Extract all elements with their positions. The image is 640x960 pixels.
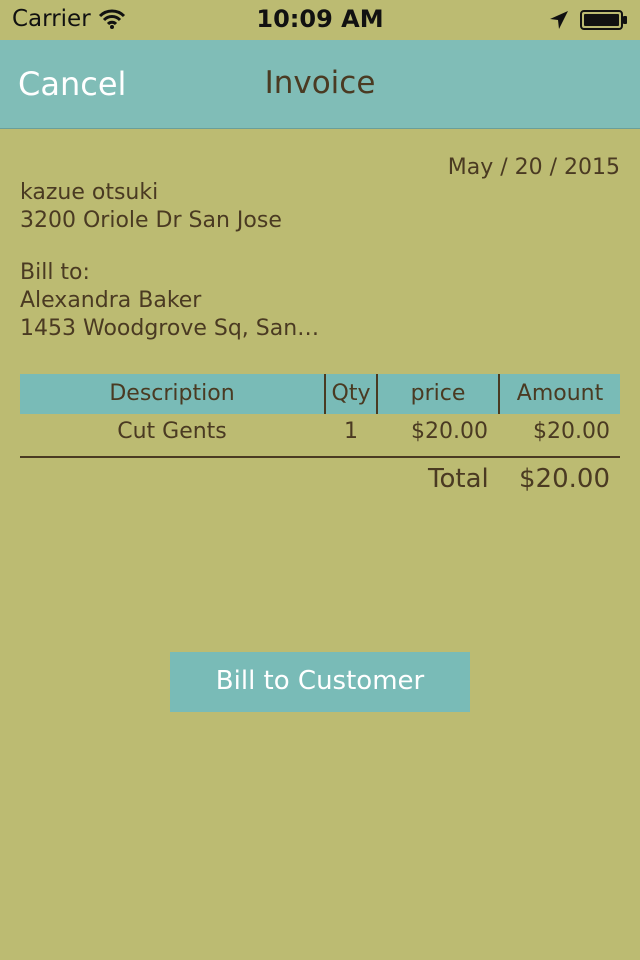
total-divider <box>20 456 620 458</box>
sender-name: kazue otsuki <box>20 180 159 205</box>
location-arrow-icon <box>548 9 570 31</box>
row-qty: 1 <box>344 419 358 444</box>
status-bar: Carrier 10:09 AM <box>0 0 640 40</box>
bill-to-label: Bill to: <box>20 260 90 285</box>
table-header: Description Qty price Amount <box>20 374 620 414</box>
column-header-amount: Amount <box>516 381 604 406</box>
total-value: $20.00 <box>519 464 610 494</box>
row-price: $20.00 <box>411 419 488 444</box>
invoice-date: May / 20 / 2015 <box>447 155 620 180</box>
bill-to-customer-button[interactable]: Bill to Customer <box>170 652 470 712</box>
battery-icon <box>580 10 628 30</box>
column-header-description: Description <box>109 381 235 406</box>
sender-address: 3200 Oriole Dr San Jose <box>20 208 282 233</box>
customer-name: Alexandra Baker <box>20 288 202 313</box>
column-header-price: price <box>410 381 466 406</box>
customer-address: 1453 Woodgrove Sq, San… <box>20 316 320 341</box>
status-time: 10:09 AM <box>256 5 384 33</box>
row-amount: $20.00 <box>533 419 610 444</box>
navigation-bar: Cancel Invoice <box>0 40 640 129</box>
page-title: Invoice <box>264 65 376 101</box>
row-description: Cut Gents <box>117 419 227 444</box>
total-label: Total <box>428 464 489 494</box>
column-header-qty: Qty <box>331 381 371 406</box>
